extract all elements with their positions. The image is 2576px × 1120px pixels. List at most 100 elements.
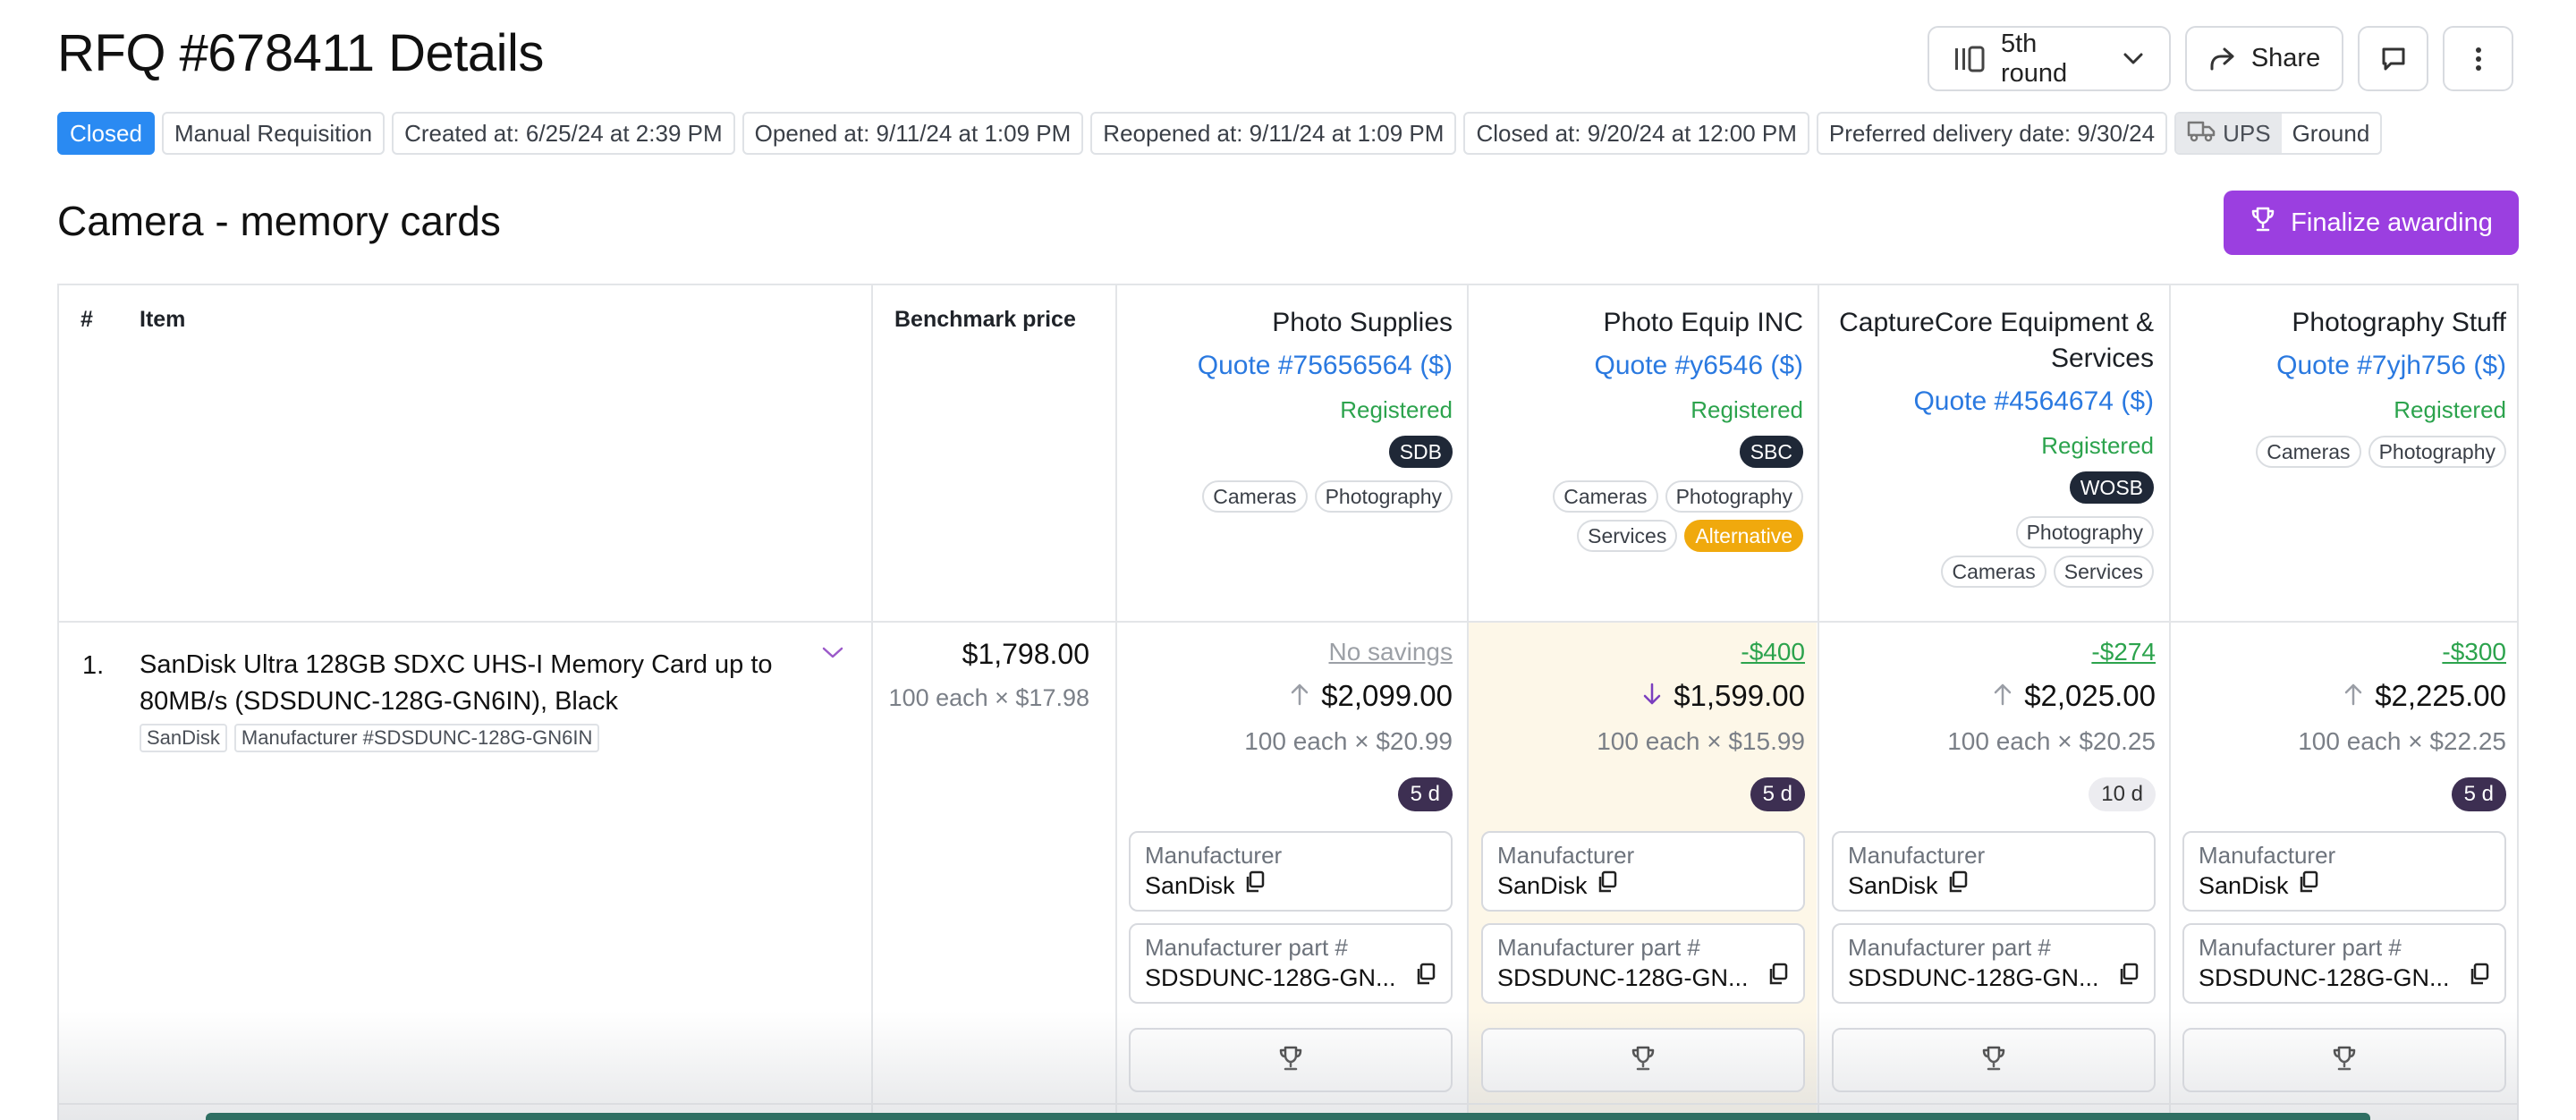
benchmark-price: $1,798.00 [962, 638, 1089, 670]
copy-icon[interactable] [2118, 963, 2140, 992]
savings-link[interactable]: No savings [1328, 638, 1453, 666]
manufacturer-part-value: SDSDUNC-128G-GN... [1145, 963, 1396, 991]
manufacturer-value: SanDisk [1497, 871, 1588, 899]
rfq-details-page: RFQ #678411 Details 5th round Share Clos… [0, 0, 2576, 1120]
opened-at-tag: Opened at: 9/11/24 at 1:09 PM [741, 112, 1084, 155]
truck-icon [2187, 119, 2216, 148]
header-actions: 5th round Share [1928, 26, 2513, 91]
price-value: $2,025.00 [2024, 679, 2156, 712]
supplier-name: Photography Stuff [2292, 308, 2506, 337]
reopened-at-tag: Reopened at: 9/11/24 at 1:09 PM [1090, 112, 1457, 155]
manufacturer-box: Manufacturer SanDisk [2182, 831, 2506, 912]
supplier-header: Photo Supplies Quote #75656564 ($) Regis… [1129, 305, 1453, 513]
copy-icon[interactable] [2469, 963, 2490, 992]
comment-button[interactable] [2358, 26, 2428, 91]
shipping-tag: UPS Ground [2174, 112, 2383, 155]
registration-status: Registered [2394, 396, 2506, 423]
unit-price: 100 each × $20.99 [1244, 727, 1453, 755]
manufacturer-part-box: Manufacturer part # SDSDUNC-128G-GN... [1129, 923, 1453, 1004]
quote-link[interactable]: Quote #7yjh756 ($) [2182, 348, 2506, 384]
category-chip: Services [2053, 556, 2154, 588]
quote-link[interactable]: Quote #75656564 ($) [1129, 348, 1453, 384]
price-value: $2,099.00 [1321, 679, 1453, 712]
category-chip: Photography [2015, 516, 2154, 548]
carrier-segment: UPS [2176, 114, 2282, 153]
row-number: 1. [82, 651, 105, 680]
copy-icon[interactable] [1767, 963, 1789, 992]
manufacturer-part-value: SDSDUNC-128G-GN... [2199, 963, 2450, 991]
category-chip: Photography [1665, 480, 1803, 513]
manufacturer-part-label: Manufacturer part # [1145, 934, 1348, 961]
manufacturer-part-box: Manufacturer part # SDSDUNC-128G-GN... [1832, 923, 2156, 1004]
category-chip: Cameras [1202, 480, 1308, 513]
copy-icon[interactable] [2298, 870, 2319, 900]
manufacturer-label: Manufacturer [1848, 842, 1986, 869]
unit-price: 100 each × $20.25 [1947, 727, 2156, 755]
lead-time-badge: 5 d [1750, 777, 1805, 811]
manufacturer-box: Manufacturer SanDisk [1129, 831, 1453, 912]
manufacturer-value: SanDisk [1848, 871, 1938, 899]
expand-row-button[interactable] [821, 645, 844, 666]
chevron-down-icon [821, 647, 844, 665]
quote-price: $2,099.00 [1291, 679, 1453, 713]
manufacturer-number-tag: Manufacturer #SDSDUNC-128G-GN6IN [233, 724, 600, 752]
arrow-down-icon [1643, 679, 1661, 713]
category-chip: Cameras [1941, 556, 2046, 588]
copy-icon[interactable] [1597, 870, 1618, 900]
manufacturer-box: Manufacturer SanDisk [1481, 831, 1805, 912]
round-selector[interactable]: 5th round [1928, 26, 2171, 91]
alternative-badge: Alternative [1684, 520, 1803, 552]
unit-price: 100 each × $15.99 [1597, 727, 1805, 755]
supplier-name: Photo Equip INC [1603, 308, 1803, 337]
savings-link[interactable]: -$300 [2442, 638, 2506, 666]
copy-icon[interactable] [1947, 870, 1969, 900]
item-name: SanDisk Ultra 128GB SDXC UHS-I Memory Ca… [140, 650, 773, 716]
manufacturer-part-box: Manufacturer part # SDSDUNC-128G-GN... [2182, 923, 2506, 1004]
lead-time-badge: 5 d [1397, 777, 1453, 811]
comment-icon [2380, 46, 2407, 72]
quote-link[interactable]: Quote #y6546 ($) [1481, 348, 1803, 384]
kanban-icon [1954, 46, 1985, 72]
manufacturer-label: Manufacturer [1497, 842, 1635, 869]
column-header-number: # [80, 307, 93, 332]
quote-price: $2,025.00 [1994, 679, 2156, 713]
shipping-service: Ground [2292, 119, 2370, 147]
section-title: Camera - memory cards [57, 198, 501, 244]
arrow-up-icon [1291, 679, 1309, 713]
arrow-up-icon [2344, 679, 2362, 713]
copy-icon[interactable] [1415, 963, 1436, 992]
quote-price: $1,599.00 [1643, 679, 1805, 713]
carrier-name: UPS [2223, 119, 2271, 147]
savings-link[interactable]: -$400 [1741, 638, 1805, 666]
registration-status: Registered [2041, 432, 2154, 459]
created-at-tag: Created at: 6/25/24 at 2:39 PM [392, 112, 735, 155]
copy-icon[interactable] [1244, 870, 1266, 900]
manufacturer-label: Manufacturer [2199, 842, 2336, 869]
manufacturer-part-label: Manufacturer part # [2199, 934, 2402, 961]
share-button[interactable]: Share [2185, 26, 2343, 91]
item-tags: SanDisk Manufacturer #SDSDUNC-128G-GN6IN [140, 724, 600, 752]
unit-price: 100 each × $22.25 [2298, 727, 2506, 755]
more-vertical-icon [2474, 47, 2483, 72]
certification-badge: SDB [1388, 436, 1453, 468]
savings-link[interactable]: -$274 [2091, 638, 2156, 666]
delivery-date-tag: Preferred delivery date: 9/30/24 [1816, 112, 2168, 155]
registration-status: Registered [1690, 396, 1803, 423]
share-arrow-icon [2208, 47, 2235, 72]
brand-tag: SanDisk [140, 724, 227, 752]
category-chip: Photography [1314, 480, 1453, 513]
finalize-awarding-button[interactable]: Finalize awarding [2224, 191, 2519, 255]
quote-comparison-table: # Item Benchmark price Photo Supplies Qu… [57, 284, 2519, 1120]
certification-badge: SBC [1739, 436, 1803, 468]
price-value: $1,599.00 [1674, 679, 1805, 712]
share-label: Share [2250, 44, 2321, 72]
quote-price: $2,225.00 [2344, 679, 2506, 713]
more-options-button[interactable] [2443, 26, 2513, 91]
trophy-icon [2250, 206, 2276, 240]
closed-at-tag: Closed at: 9/20/24 at 12:00 PM [1463, 112, 1809, 155]
rfq-meta-tags: Closed Manual Requisition Created at: 6/… [57, 112, 2383, 155]
manufacturer-label: Manufacturer [1145, 842, 1283, 869]
supplier-header: CaptureCore Equipment & Services Quote #… [1832, 305, 2154, 588]
quote-link[interactable]: Quote #4564674 ($) [1832, 384, 2154, 420]
supplier-name: CaptureCore Equipment & Services [1839, 308, 2154, 373]
